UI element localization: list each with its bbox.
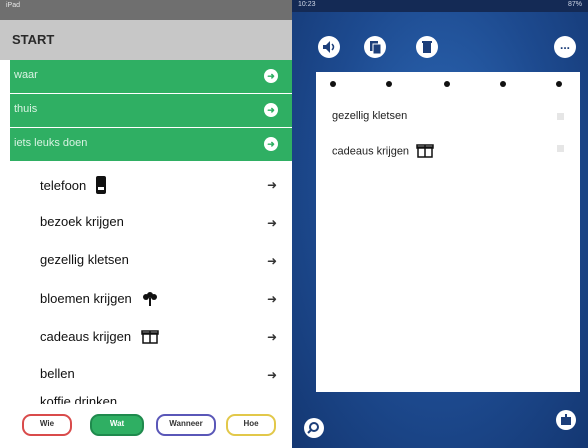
arrow-right-icon: ➜ [266,178,277,192]
word-list-pane: iPad START waar ➜ thuis ➜ iets leuks doe… [0,0,292,448]
arrow-right-icon: ➜ [266,368,277,382]
more-button[interactable]: ... [554,36,576,58]
status-bar: iPad [0,0,292,20]
robot-button[interactable] [556,410,576,430]
status-battery: 87% [567,1,582,8]
list-item[interactable]: gezellig kletsen ➜ [10,242,292,278]
flower-icon [141,290,159,309]
tab-wie[interactable]: Wie [22,414,72,436]
category-label: waar [14,69,38,81]
copy-button[interactable] [364,36,386,58]
category-waar[interactable]: waar ➜ [10,60,292,93]
robot-icon [561,414,571,425]
trash-icon [422,41,432,53]
item-label: bellen [40,366,75,381]
item-label: gezellig kletsen [40,252,129,267]
arrow-right-icon: ➜ [266,292,277,306]
item-text: telefoon [40,177,87,193]
sentence-pane: 10:23 87% ... gezellig kletsen cadeaus k… [292,0,588,448]
item-text: bloemen krijgen [40,290,132,306]
magnifier-icon [307,422,319,434]
tab-hoe[interactable]: Hoe [226,414,276,436]
list-item[interactable]: bellen ➜ [10,356,292,392]
start-label: START [12,32,55,47]
column-dot [330,81,336,87]
status-time: 10:23 [298,1,316,8]
gift-icon [416,142,434,161]
item-text: cadeaus krijgen [40,328,132,344]
zoom-button[interactable] [304,418,324,438]
speak-button[interactable] [318,36,340,58]
column-dot [444,81,450,87]
item-label: bezoek krijgen [40,214,124,229]
remove-icon[interactable] [557,113,564,120]
item-label: telefoon [40,176,106,197]
list-item[interactable]: telefoon ➜ [10,166,292,202]
arrow-right-icon: ➜ [266,254,277,268]
copy-icon [370,41,382,55]
tab-wat[interactable]: Wat [90,414,144,436]
sentence-row[interactable]: gezellig kletsen [332,110,407,122]
sentence-card: gezellig kletsen cadeaus krijgen [316,72,580,392]
column-dot [386,81,392,87]
column-dot [556,81,562,87]
category-iets-leuks-doen[interactable]: iets leuks doen ➜ [10,128,292,161]
sentence-text: cadeaus krijgen [332,145,410,158]
delete-button[interactable] [416,36,438,58]
gift-icon [140,328,159,347]
start-header[interactable]: START [0,20,292,60]
more-icon: ... [559,38,570,52]
list-item[interactable]: bloemen krijgen ➜ [10,280,292,316]
category-label: thuis [14,103,38,115]
phone-icon [95,176,106,197]
arrow-right-icon: ➜ [266,330,277,344]
category-label: iets leuks doen [14,137,88,149]
arrow-right-icon: ➜ [264,103,278,117]
status-bar: 10:23 87% [292,0,588,12]
question-tabs: Wie Wat Wanneer Hoe [0,404,292,448]
item-label: cadeaus krijgen [40,328,159,347]
tab-wanneer[interactable]: Wanneer [156,414,216,436]
arrow-right-icon: ➜ [264,137,278,151]
list-item[interactable]: bezoek krijgen ➜ [10,204,292,240]
category-thuis[interactable]: thuis ➜ [10,94,292,127]
remove-icon[interactable] [557,145,564,152]
column-dot [500,81,506,87]
list-item[interactable]: cadeaus krijgen ➜ [10,318,292,354]
sentence-text: gezellig kletsen [332,110,408,122]
arrow-right-icon: ➜ [266,216,277,230]
speaker-icon [323,41,335,53]
arrow-right-icon: ➜ [264,69,278,83]
item-label: bloemen krijgen [40,290,159,309]
sentence-row[interactable]: cadeaus krijgen [332,142,434,161]
